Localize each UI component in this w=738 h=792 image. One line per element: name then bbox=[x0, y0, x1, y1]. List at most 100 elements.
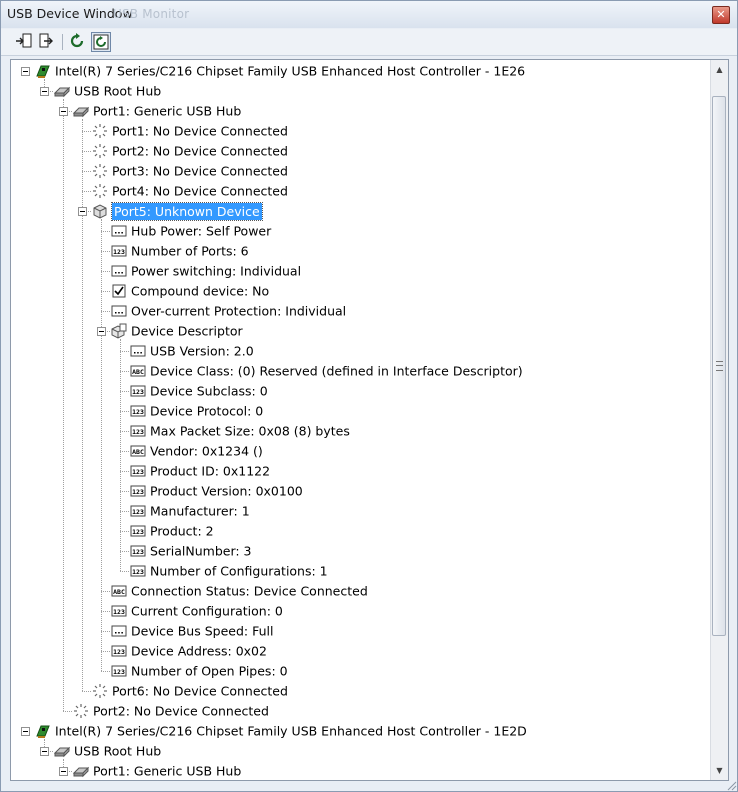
tree-node-compound-device-no[interactable]: Compound device: No bbox=[111, 281, 269, 301]
tree-node-port3-no-device-connected[interactable]: Port3: No Device Connected bbox=[92, 161, 288, 181]
tree-node-label: Number of Configurations: 1 bbox=[150, 563, 328, 579]
tree-node-usb-version-2-0[interactable]: USB Version: 2.0 bbox=[130, 341, 254, 361]
auto-refresh-button[interactable] bbox=[91, 32, 111, 52]
tree-node-port6-no-device-connected[interactable]: Port6: No Device Connected bbox=[92, 681, 288, 701]
tree-connector-line bbox=[101, 231, 110, 232]
scroll-down-arrow-icon[interactable]: ▼ bbox=[714, 765, 725, 776]
collapse-toggle-icon[interactable] bbox=[78, 207, 87, 216]
tree-node-port1-no-device-connected[interactable]: Port1: No Device Connected bbox=[92, 121, 288, 141]
tree-node-label: Connection Status: Device Connected bbox=[131, 583, 368, 599]
tree-connector-line bbox=[120, 431, 129, 432]
tree-node-device-address-0x02[interactable]: 123 Device Address: 0x02 bbox=[111, 641, 267, 661]
text-property-icon: ABC bbox=[111, 583, 127, 599]
numeric-property-icon: 123 bbox=[130, 503, 146, 519]
usb-device-tree[interactable]: Intel(R) 7 Series/C216 Chipset Family US… bbox=[10, 59, 729, 781]
collapse-toggle-icon[interactable] bbox=[21, 67, 30, 76]
tree-connector-line bbox=[120, 391, 129, 392]
tree-node-label: Port1: No Device Connected bbox=[112, 123, 288, 139]
host-controller-icon bbox=[35, 723, 51, 739]
background-window-title: USB Monitor bbox=[113, 7, 190, 21]
tree-node-usb-root-hub[interactable]: USB Root Hub bbox=[53, 741, 162, 761]
svg-text:123: 123 bbox=[132, 468, 144, 476]
refresh-icon bbox=[70, 33, 84, 48]
toolbar bbox=[1, 29, 737, 56]
tree-node-current-configuration-0[interactable]: 123 Current Configuration: 0 bbox=[111, 601, 283, 621]
tree-connector-line bbox=[82, 691, 91, 692]
property-value-icon bbox=[130, 343, 146, 359]
tree-node-port1-generic-usb-hub[interactable]: Port1: Generic USB Hub bbox=[72, 101, 242, 121]
export-button[interactable] bbox=[38, 32, 58, 52]
text-property-icon: ABC bbox=[130, 443, 146, 459]
usb-hub-icon bbox=[53, 743, 71, 759]
numeric-property-icon: 123 bbox=[111, 663, 127, 679]
tree-node-label: Port1: Generic USB Hub bbox=[93, 103, 242, 119]
collapse-toggle-icon[interactable] bbox=[59, 767, 68, 776]
tree-node-device-protocol-0[interactable]: 123 Device Protocol: 0 bbox=[130, 401, 263, 421]
svg-text:123: 123 bbox=[132, 388, 144, 396]
empty-port-icon bbox=[92, 683, 108, 699]
unknown-device-icon bbox=[92, 203, 108, 219]
numeric-property-icon: 123 bbox=[111, 643, 127, 659]
tree-node-intel-r-7-series-c216-chipset-family-usb[interactable]: Intel(R) 7 Series/C216 Chipset Family US… bbox=[35, 61, 525, 81]
empty-port-icon bbox=[92, 183, 108, 199]
tree-node-number-of-configurations-1[interactable]: 123 Number of Configurations: 1 bbox=[130, 561, 328, 581]
import-button[interactable] bbox=[15, 32, 35, 52]
numeric-property-icon: 123 bbox=[130, 523, 146, 539]
tree-node-device-bus-speed-full[interactable]: Device Bus Speed: Full bbox=[111, 621, 273, 641]
tree-node-hub-power-self-power[interactable]: Hub Power: Self Power bbox=[111, 221, 271, 241]
tree-node-connection-status-device-connected[interactable]: ABC Connection Status: Device Connected bbox=[111, 581, 368, 601]
collapse-toggle-icon[interactable] bbox=[21, 727, 30, 736]
tree-node-label: USB Root Hub bbox=[74, 83, 162, 99]
tree-node-label: USB Root Hub bbox=[74, 743, 162, 759]
close-button[interactable]: ✕ bbox=[712, 6, 730, 24]
collapse-toggle-icon[interactable] bbox=[40, 87, 49, 96]
tree-node-device-subclass-0[interactable]: 123 Device Subclass: 0 bbox=[130, 381, 268, 401]
vertical-scrollbar[interactable]: ▲ ▼ bbox=[710, 60, 728, 780]
tree-node-port2-no-device-connected[interactable]: Port2: No Device Connected bbox=[73, 701, 269, 721]
tree-node-usb-root-hub[interactable]: USB Root Hub bbox=[53, 81, 162, 101]
tree-node-port5-unknown-device[interactable]: Port5: Unknown Device bbox=[92, 201, 263, 221]
tree-node-port1-generic-usb-hub[interactable]: Port1: Generic USB Hub bbox=[72, 761, 241, 780]
property-value-icon bbox=[111, 263, 127, 279]
collapse-toggle-icon[interactable] bbox=[97, 327, 106, 336]
tree-node-product-id-0x1122[interactable]: 123 Product ID: 0x1122 bbox=[130, 461, 270, 481]
import-icon bbox=[16, 33, 32, 48]
tree-node-product-version-0x0100[interactable]: 123 Product Version: 0x0100 bbox=[130, 481, 303, 501]
tree-connector-line bbox=[120, 491, 129, 492]
scrollbar-thumb[interactable] bbox=[712, 96, 726, 636]
tree-node-intel-r-7-series-c216-chipset-family-usb[interactable]: Intel(R) 7 Series/C216 Chipset Family US… bbox=[35, 721, 527, 741]
tree-node-port2-no-device-connected[interactable]: Port2: No Device Connected bbox=[92, 141, 288, 161]
tree-node-number-of-ports-6[interactable]: 123 Number of Ports: 6 bbox=[111, 241, 249, 261]
tree-node-label: Product ID: 0x1122 bbox=[150, 463, 271, 479]
collapse-toggle-icon[interactable] bbox=[40, 747, 49, 756]
tree-node-device-descriptor[interactable]: Device Descriptor bbox=[111, 321, 243, 341]
resize-grip-icon[interactable] bbox=[725, 779, 737, 791]
scroll-up-arrow-icon[interactable]: ▲ bbox=[714, 64, 725, 75]
tree-node-number-of-open-pipes-0[interactable]: 123 Number of Open Pipes: 0 bbox=[111, 661, 288, 681]
tree-node-label: Port6: No Device Connected bbox=[112, 683, 288, 699]
tree-node-product-2[interactable]: 123 Product: 2 bbox=[130, 521, 214, 541]
tree-node-label: Intel(R) 7 Series/C216 Chipset Family US… bbox=[55, 63, 526, 79]
tree-node-device-class-0-reserved-defined-in-inter[interactable]: ABC Device Class: (0) Reserved (defined i… bbox=[130, 361, 523, 381]
title-bar[interactable]: USB Device Window USB Monitor ✕ bbox=[1, 1, 737, 28]
tree-node-manufacturer-1[interactable]: 123 Manufacturer: 1 bbox=[130, 501, 250, 521]
tree-node-label: Port5: Unknown Device bbox=[111, 201, 263, 221]
tree-connector-line bbox=[120, 531, 129, 532]
tree-connector-line bbox=[120, 511, 129, 512]
tree-node-label: Device Bus Speed: Full bbox=[131, 623, 274, 639]
tree-node-over-current-protection-individual[interactable]: Over-current Protection: Individual bbox=[111, 301, 346, 321]
tree-node-vendor-0x1234[interactable]: ABC Vendor: 0x1234 () bbox=[130, 441, 263, 461]
usb-hub-icon bbox=[53, 83, 71, 99]
tree-node-power-switching-individual[interactable]: Power switching: Individual bbox=[111, 261, 301, 281]
close-icon: ✕ bbox=[716, 8, 726, 21]
tree-node-max-packet-size-0x08-8-bytes[interactable]: 123 Max Packet Size: 0x08 (8) bytes bbox=[130, 421, 350, 441]
device-descriptor-icon bbox=[111, 323, 127, 339]
tree-connector-line bbox=[101, 271, 110, 272]
refresh-button[interactable] bbox=[68, 32, 88, 52]
collapse-toggle-icon[interactable] bbox=[59, 107, 68, 116]
numeric-property-icon: 123 bbox=[130, 483, 146, 499]
tree-node-serialnumber-3[interactable]: 123 SerialNumber: 3 bbox=[130, 541, 252, 561]
tree-node-port4-no-device-connected[interactable]: Port4: No Device Connected bbox=[92, 181, 288, 201]
svg-text:ABC: ABC bbox=[113, 588, 125, 596]
text-property-icon: ABC bbox=[130, 363, 146, 379]
